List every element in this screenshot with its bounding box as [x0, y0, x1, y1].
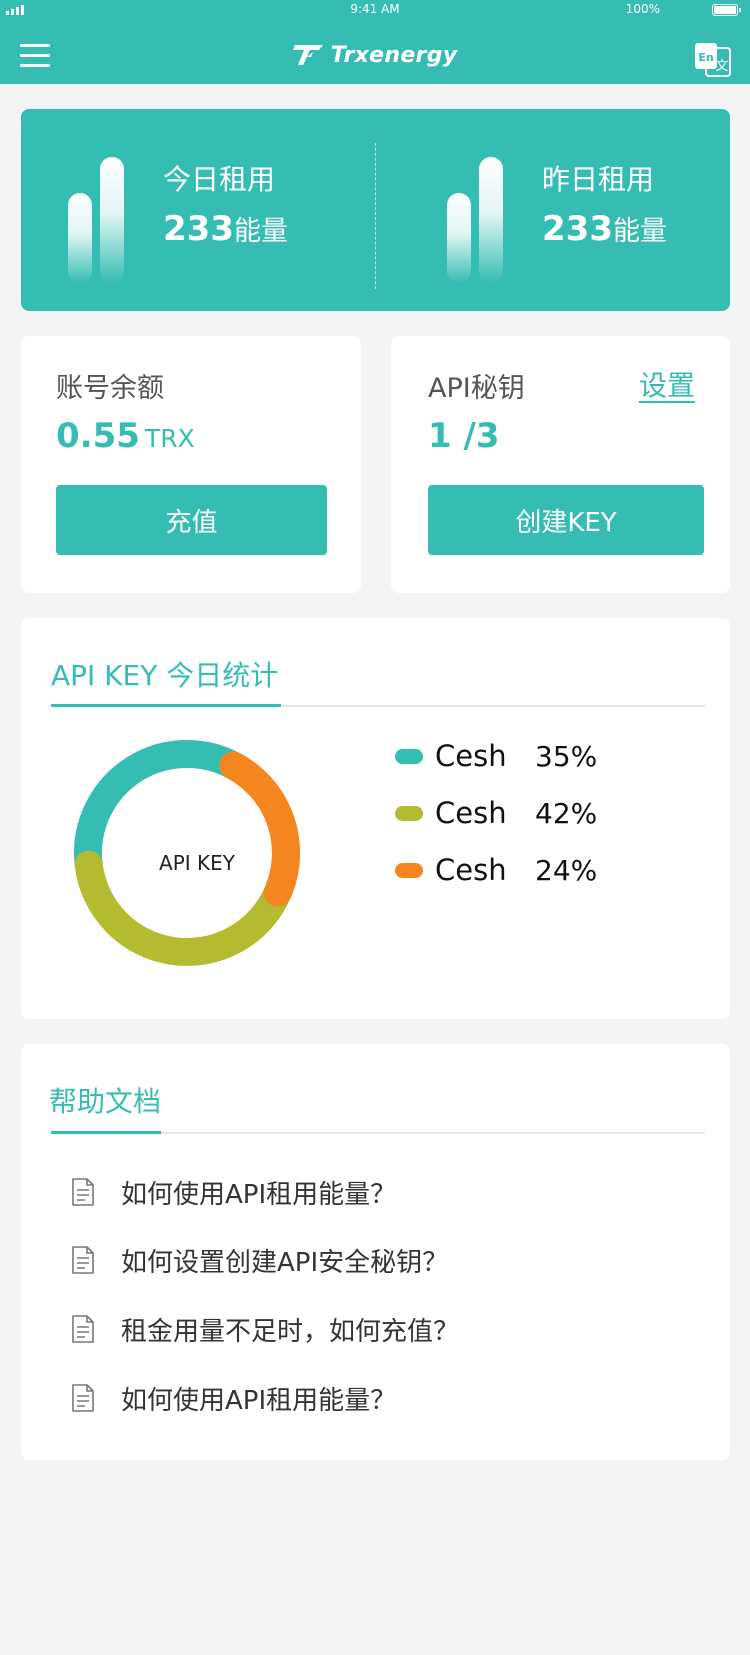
donut-slice-2 [74, 850, 292, 966]
balance-amount: 0.55 [56, 416, 140, 456]
yesterday-rent-label: 昨日租用 [542, 163, 655, 196]
document-icon [72, 1384, 94, 1412]
help-doc-title: 如何设置创建API安全秘钥？ [121, 1247, 449, 1278]
top-bar: 9:41 AM 100% Trxenergy En 文 [0, 0, 750, 84]
bar-chart-icon [68, 153, 128, 283]
battery-icon [712, 4, 741, 16]
recharge-button[interactable]: 充值 [56, 485, 327, 555]
yesterday-rent-number: 233 [542, 209, 613, 249]
donut-slice-1 [74, 740, 248, 879]
document-icon [72, 1315, 94, 1343]
legend-item: Cesh 24% [395, 852, 597, 888]
today-rent-label: 今日租用 [163, 163, 276, 196]
legend-percent: 42% [535, 796, 598, 830]
help-doc-title: 如何使用API租用能量？ [121, 1385, 397, 1416]
tab-help-docs[interactable]: 帮助文档 [49, 1080, 161, 1120]
settings-link[interactable]: 设置 [639, 364, 695, 404]
energy-summary-card: 今日租用 233能量 昨日租用 233能量 [21, 109, 730, 311]
brand-name: Trxenergy [330, 42, 458, 68]
lang-zh-text: 文 [715, 59, 728, 74]
document-icon [72, 1246, 94, 1274]
active-tab-indicator [51, 1131, 161, 1134]
bar-chart-icon [447, 153, 507, 283]
api-key-title: API秘钥 [428, 373, 525, 404]
energy-divider [375, 143, 376, 289]
legend-color-swatch [395, 862, 423, 878]
create-key-button[interactable]: 创建KEY [428, 485, 704, 555]
tab-api-key-today-stats[interactable]: API KEY 今日统计 [51, 654, 278, 694]
help-doc-item[interactable]: 如何设置创建API安全秘钥？ [71, 1240, 448, 1280]
balance-title: 账号余额 [56, 373, 164, 404]
api-key-card: API秘钥 设置 1 /3 创建KEY [391, 336, 730, 593]
legend-name: Cesh [435, 796, 507, 830]
help-doc-item[interactable]: 如何使用API租用能量？ [71, 1172, 396, 1212]
legend-name: Cesh [435, 739, 507, 773]
language-switch-icon[interactable]: En 文 [694, 42, 732, 78]
help-doc-item[interactable]: 如何使用API租用能量？ [71, 1378, 396, 1418]
api-key-count: 1 /3 [428, 416, 500, 456]
legend-color-swatch [395, 805, 423, 821]
donut-center-label: API KEY [159, 851, 235, 875]
help-doc-item[interactable]: 租金用量不足时，如何充值？ [71, 1309, 459, 1349]
balance-card: 账号余额 0.55 TRX 充值 [21, 336, 361, 593]
today-rent-unit: 能量 [233, 216, 288, 247]
yesterday-rent-value: 233能量 [542, 209, 667, 249]
legend-color-swatch [395, 748, 423, 764]
brand-logo: Trxenergy [0, 40, 750, 70]
help-docs-card: 帮助文档 如何使用API租用能量？ 如何设置创建API安全秘钥？ 租金用量不足时，如… [21, 1044, 730, 1460]
legend-item: Cesh 42% [395, 795, 597, 831]
document-icon [72, 1178, 94, 1206]
api-key-count-value: 1 /3 [428, 416, 500, 456]
active-tab-indicator [51, 704, 281, 707]
legend-percent: 35% [535, 739, 598, 773]
help-doc-title: 租金用量不足时，如何充值？ [121, 1316, 460, 1347]
today-rent-value: 233能量 [163, 209, 288, 249]
lang-en-text: En [698, 51, 713, 64]
help-doc-title: 如何使用API租用能量？ [121, 1179, 397, 1210]
api-stats-card: API KEY 今日统计 API KEY Cesh 35% Cesh 42% Cesh 2… [21, 618, 730, 1019]
legend-percent: 24% [535, 853, 598, 887]
yesterday-rent-unit: 能量 [612, 216, 667, 247]
balance-unit: TRX [144, 424, 195, 453]
status-bar: 9:41 AM 100% [0, 0, 750, 20]
balance-value: 0.55 TRX [56, 416, 195, 456]
brand-mark-icon [292, 45, 323, 65]
battery-percent: 100% [625, 2, 660, 16]
today-rent-number: 233 [163, 209, 234, 249]
legend-name: Cesh [435, 853, 507, 887]
legend-item: Cesh 35% [395, 738, 597, 774]
